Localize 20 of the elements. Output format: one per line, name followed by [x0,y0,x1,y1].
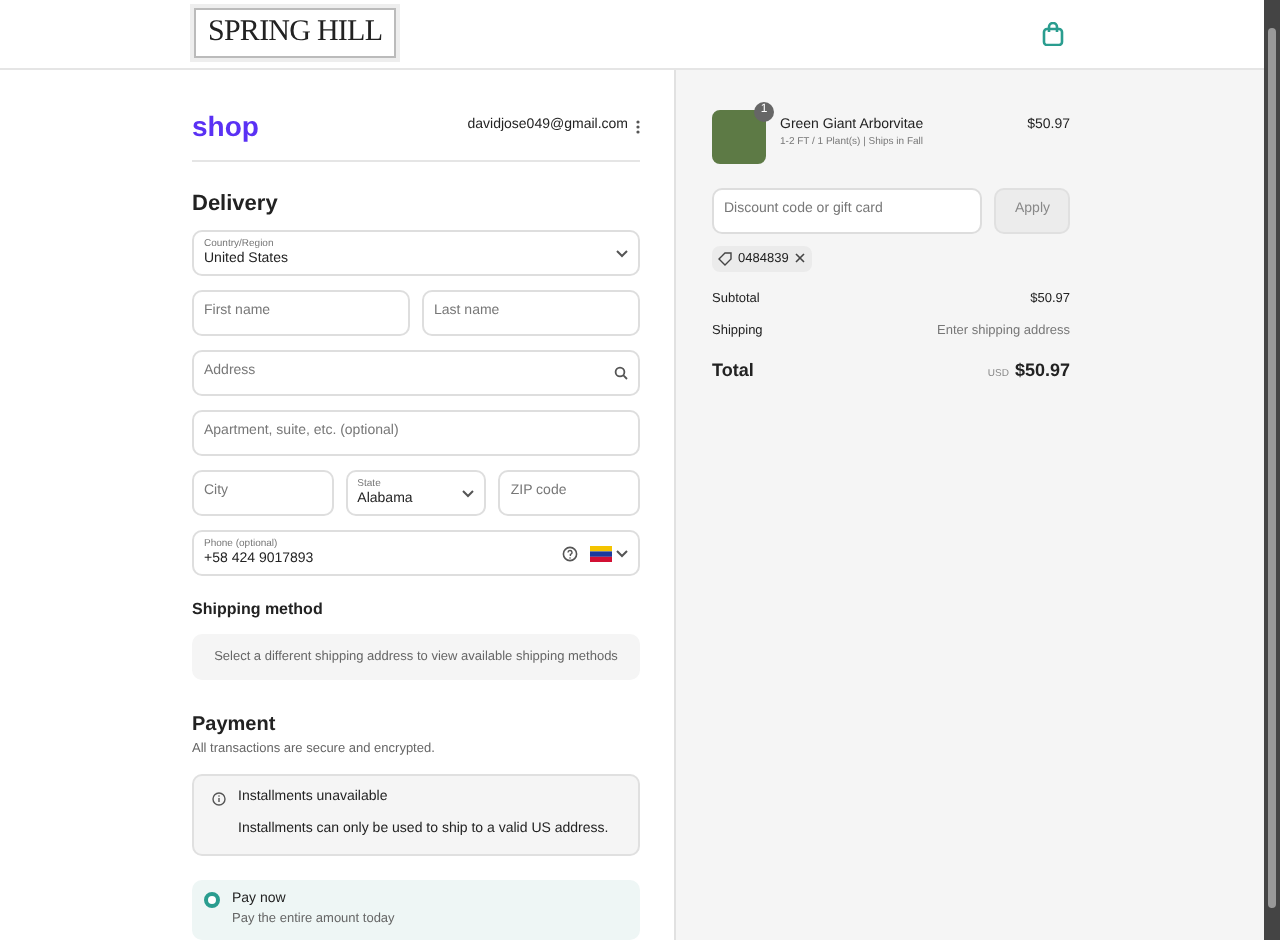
flag-icon[interactable] [590,545,612,561]
info-icon [212,791,226,805]
section-title: Delivery [192,189,280,219]
scrollbar[interactable] [1264,0,1280,940]
shopping-bag-icon[interactable] [1042,21,1064,46]
logo[interactable]: SPRING HILL [194,8,397,59]
section-title: Shipping method [192,598,325,622]
total-label: Total [712,357,754,384]
radio-button[interactable] [204,891,220,908]
chevron-down-icon [616,549,628,557]
total-value: $50.97 [1014,357,1070,384]
shop-logo: shop [192,107,259,146]
help-icon[interactable] [562,545,578,561]
chevron-down-icon [462,489,475,497]
section-title: Payment [192,712,278,740]
chevron-down-icon [616,249,628,257]
close-icon[interactable] [794,252,807,265]
search-icon [614,366,628,380]
tag-icon [718,251,732,266]
product-photo-placeholder [712,109,766,163]
